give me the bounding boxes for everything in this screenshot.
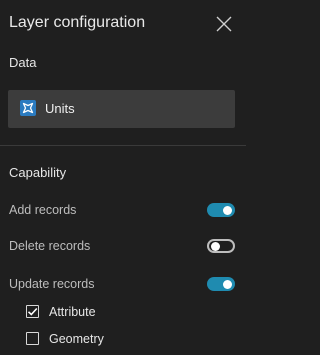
geometry-label: Geometry (49, 332, 104, 346)
geometry-checkbox[interactable] (26, 332, 39, 345)
layer-selector[interactable]: Units (8, 90, 235, 128)
data-section-label: Data (9, 55, 37, 70)
panel-title: Layer configuration (9, 14, 146, 31)
checkmark-icon (27, 307, 38, 316)
update-records-label: Update records (9, 277, 95, 291)
section-divider (0, 145, 246, 146)
add-records-toggle[interactable] (207, 203, 235, 217)
delete-records-label: Delete records (9, 239, 91, 253)
attribute-checkbox[interactable] (26, 305, 39, 318)
toggle-knob (223, 279, 232, 289)
add-records-label: Add records (9, 203, 77, 217)
capability-section-label: Capability (9, 165, 67, 180)
toggle-knob (223, 205, 232, 215)
layer-configuration-panel: Layer configuration Data Units Capabilit… (0, 0, 246, 355)
attribute-label: Attribute (49, 305, 96, 319)
toggle-knob (210, 241, 220, 251)
close-button[interactable] (216, 16, 232, 32)
update-records-toggle[interactable] (207, 277, 235, 291)
delete-records-toggle[interactable] (207, 239, 235, 253)
close-icon (216, 16, 232, 32)
layer-icon (20, 100, 36, 116)
layer-name: Units (45, 101, 75, 116)
